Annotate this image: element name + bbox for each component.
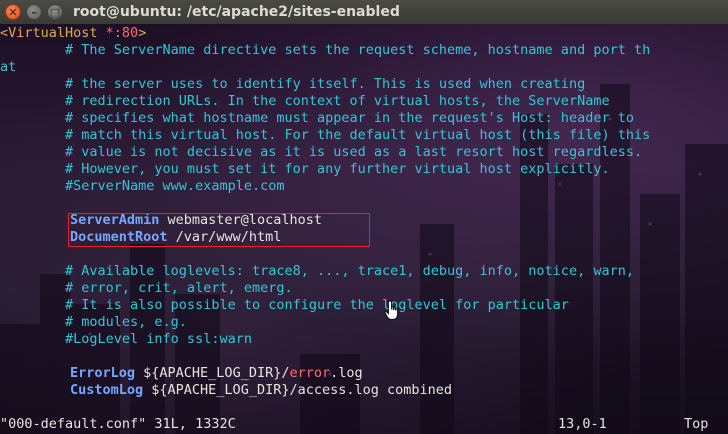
vhost-address: *:80: [97, 25, 139, 41]
error-log-key: ErrorLog: [70, 365, 136, 381]
close-window-button[interactable]: ✕: [5, 4, 21, 20]
vhost-open-line: <VirtualHost *:80>: [0, 25, 146, 42]
window-title: root@ubuntu: /etc/apache2/sites-enabled: [73, 4, 400, 20]
custom-log-line: CustomLog ${APACHE_LOG_DIR}/access.log c…: [70, 382, 452, 399]
error-log-dir: ${APACHE_LOG_DIR}/: [135, 365, 290, 381]
minimize-icon: –: [31, 5, 37, 19]
hand-pointer-icon: [384, 300, 398, 320]
error-log-file: error: [289, 365, 331, 381]
custom-log-key: CustomLog: [70, 382, 144, 398]
comment-line: #LogLevel info ssl:warn: [0, 331, 252, 347]
maximize-icon: □: [49, 5, 61, 19]
vhost-open-tag: <VirtualHost: [0, 25, 98, 41]
highlight-box: [68, 213, 370, 247]
status-scroll-position: Top: [684, 416, 709, 432]
title-bar: ✕ – □ root@ubuntu: /etc/apache2/sites-en…: [0, 0, 728, 25]
close-icon: ✕: [8, 5, 18, 19]
comment-line: # the server uses to identify itself. Th…: [0, 76, 586, 92]
vhost-tag-close: >: [138, 25, 147, 41]
comment-line: # specifies what hostname must appear in…: [0, 110, 634, 126]
comment-line: # modules, e.g.: [0, 314, 187, 330]
terminal-area[interactable]: <VirtualHost *:80> # The ServerName dire…: [0, 24, 728, 434]
comment-line: # However, you must set it for any furth…: [0, 161, 610, 177]
custom-log-value: ${APACHE_LOG_DIR}/access.log combined: [143, 382, 453, 398]
status-cursor-position: 13,0-1: [558, 416, 607, 432]
maximize-window-button[interactable]: □: [47, 4, 63, 20]
error-log-line: ErrorLog ${APACHE_LOG_DIR}/error.log: [70, 365, 363, 382]
comment-line: # value is not decisive as it is used as…: [0, 144, 643, 160]
comment-line: at: [0, 59, 17, 75]
minimize-window-button[interactable]: –: [26, 4, 42, 20]
comment-line: # The ServerName directive sets the requ…: [0, 42, 651, 58]
comment-line: #ServerName www.example.com: [0, 178, 285, 194]
comment-line: # It is also possible to configure the l…: [0, 297, 569, 313]
comment-line: # Available loglevels: trace8, ..., trac…: [0, 263, 634, 279]
comment-line: # error, crit, alert, emerg.: [0, 280, 293, 296]
error-log-ext: .log: [330, 365, 363, 381]
comment-line: # match this virtual host. For the defau…: [0, 127, 651, 143]
comment-line: # redirection URLs. In the context of vi…: [0, 93, 610, 109]
status-file-info: "000-default.conf" 31L, 1332C: [0, 416, 236, 432]
